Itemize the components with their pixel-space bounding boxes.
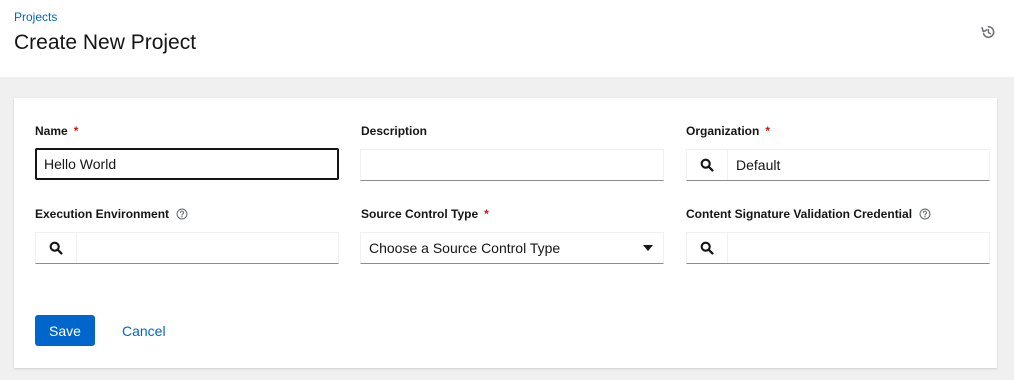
source-control-type-label: Source Control Type *	[361, 207, 489, 221]
name-label: Name *	[35, 124, 79, 138]
organization-search-button[interactable]	[687, 150, 728, 180]
content-signature-lookup	[686, 232, 990, 264]
content-signature-value[interactable]	[728, 233, 989, 263]
search-icon	[49, 241, 63, 255]
required-indicator: *	[765, 124, 771, 138]
execution-environment-search-button[interactable]	[36, 233, 77, 263]
content-signature-search-button[interactable]	[687, 233, 728, 263]
organization-value[interactable]: Default	[728, 150, 989, 180]
organization-label: Organization *	[686, 124, 771, 138]
content-signature-label: Content Signature Validation Credential	[686, 207, 931, 221]
history-icon	[981, 25, 995, 38]
breadcrumb-projects[interactable]: Projects	[14, 10, 57, 24]
search-icon	[700, 158, 714, 172]
caret-down-icon	[643, 245, 653, 251]
cancel-button[interactable]: Cancel	[114, 315, 174, 346]
page-header: Projects Create New Project	[0, 0, 1014, 77]
description-label: Description	[361, 124, 428, 138]
execution-environment-label: Execution Environment	[35, 207, 188, 221]
history-button[interactable]	[978, 22, 998, 42]
description-input[interactable]	[360, 149, 664, 181]
source-control-type-selected: Choose a Source Control Type	[369, 240, 561, 256]
search-icon	[700, 241, 714, 255]
project-form-card: Name * Description Organization * Defaul…	[14, 98, 997, 368]
required-indicator: *	[484, 207, 489, 221]
execution-environment-lookup	[35, 232, 339, 264]
question-circle-icon[interactable]	[176, 208, 188, 220]
execution-environment-value[interactable]	[77, 233, 338, 263]
question-circle-icon[interactable]	[919, 208, 931, 220]
required-indicator: *	[73, 124, 79, 138]
organization-lookup: Default	[686, 149, 990, 181]
source-control-type-select[interactable]: Choose a Source Control Type	[360, 232, 664, 264]
name-input[interactable]	[35, 148, 339, 180]
page-title: Create New Project	[14, 31, 197, 54]
save-button[interactable]: Save	[35, 315, 95, 346]
